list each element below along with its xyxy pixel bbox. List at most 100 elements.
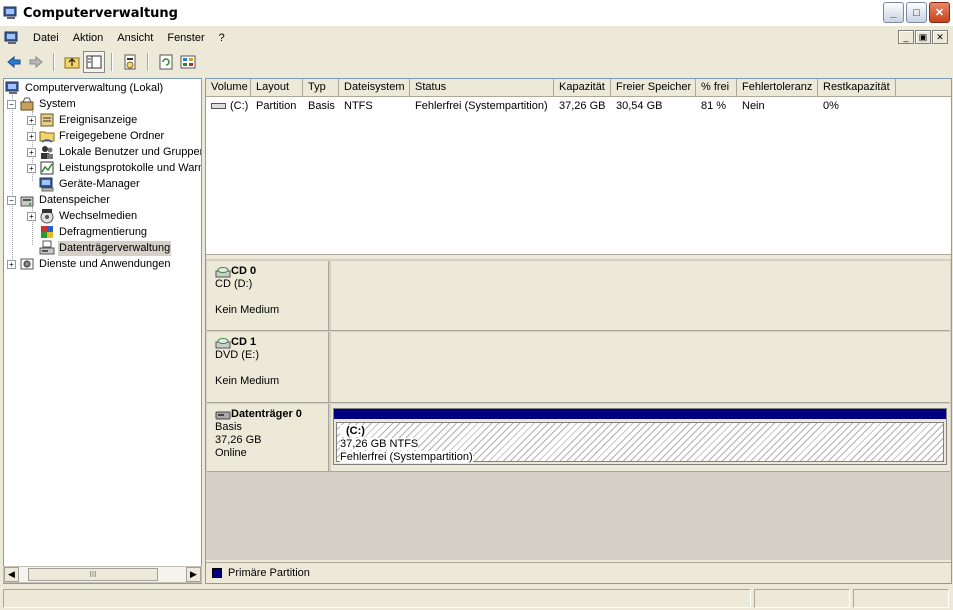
tree-item-system[interactable]: − System — [7, 96, 77, 112]
expand-toggle[interactable]: + — [7, 259, 16, 269]
mdi-close-button[interactable]: ✕ — [932, 30, 948, 44]
tree-item-storage[interactable]: − Datenspeicher — [7, 192, 111, 208]
collapse-toggle[interactable]: − — [7, 195, 16, 205]
column-header-layout[interactable]: Layout — [251, 79, 303, 97]
tree-item-removable-storage[interactable]: + Wechselmedien — [27, 208, 138, 224]
disk-management-icon — [39, 240, 55, 255]
disk-status: Kein Medium — [215, 304, 280, 316]
tree-item-root[interactable]: Computerverwaltung (Lokal) — [5, 80, 164, 96]
maximize-button[interactable]: □ — [906, 2, 927, 23]
disk-type: Basis — [215, 421, 242, 433]
disk-drive: DVD (E:) — [215, 349, 259, 361]
removable-storage-icon — [40, 209, 54, 224]
status-panel — [3, 589, 751, 608]
forward-button[interactable] — [25, 51, 47, 73]
up-one-level-button[interactable] — [61, 51, 83, 73]
toolbar-separator — [147, 53, 149, 71]
disk-row-cd0[interactable]: CD 0 CD (D:) Kein Medium — [207, 261, 950, 331]
dvd-drive-icon — [215, 337, 231, 348]
menu-help[interactable]: ? — [212, 28, 232, 48]
expand-toggle[interactable]: + — [27, 211, 36, 221]
volume-list-header: Volume Layout Typ Dateisystem Status Kap… — [206, 79, 951, 97]
tree-horizontal-scrollbar[interactable]: ◀ III ▶ — [3, 566, 202, 583]
menu-datei[interactable]: Datei — [26, 28, 66, 48]
column-header-overhead[interactable]: Restkapazität — [818, 79, 896, 97]
show-hide-tree-button[interactable] — [83, 51, 105, 73]
show-hide-tree-icon — [86, 55, 102, 69]
expand-toggle[interactable]: + — [27, 147, 36, 157]
menu-ansicht[interactable]: Ansicht — [110, 28, 160, 48]
disk-info-cd0[interactable]: CD 0 CD (D:) Kein Medium — [207, 261, 329, 330]
column-header-type[interactable]: Typ — [303, 79, 339, 97]
title-bar: Computerverwaltung _ □ ✕ — [0, 0, 953, 26]
disk-graphical-view[interactable]: CD 0 CD (D:) Kein Medium CD 1 DVD (E:) K… — [206, 259, 951, 560]
tree-item-shared-folders[interactable]: + Freigegebene Ordner — [27, 128, 165, 144]
volume-icon — [211, 102, 226, 109]
disk-info-disk0[interactable]: Datenträger 0 Basis 37,26 GB Online — [207, 404, 329, 471]
disk-state: Online — [215, 447, 247, 459]
tree-item-local-users[interactable]: + Lokale Benutzer und Gruppen — [27, 144, 201, 160]
disk-status: Kein Medium — [215, 375, 280, 387]
refresh-button[interactable] — [155, 51, 177, 73]
computer-management-icon[interactable] — [4, 30, 20, 46]
properties-icon — [124, 54, 136, 70]
column-header-filesystem[interactable]: Dateisystem — [339, 79, 410, 97]
disk-info-cd1[interactable]: CD 1 DVD (E:) Kein Medium — [207, 332, 329, 402]
menu-aktion[interactable]: Aktion — [66, 28, 111, 48]
column-header-status[interactable]: Status — [410, 79, 554, 97]
disk-name: CD 0 — [231, 265, 257, 277]
tree-item-device-manager[interactable]: Geräte-Manager — [39, 176, 141, 192]
cell-type: Basis — [308, 99, 335, 112]
disk-row-cd1[interactable]: CD 1 DVD (E:) Kein Medium — [207, 332, 950, 403]
window-title: Computerverwaltung — [23, 5, 178, 21]
partition-type-bar — [334, 409, 946, 419]
close-button[interactable]: ✕ — [929, 2, 950, 23]
column-header-fault-tolerance[interactable]: Fehlertoleranz — [737, 79, 818, 97]
performance-logs-icon — [40, 161, 54, 175]
expand-toggle[interactable]: + — [27, 115, 36, 125]
tree-item-services-applications[interactable]: + Dienste und Anwendungen — [7, 256, 172, 272]
disk-row-disk0[interactable]: Datenträger 0 Basis 37,26 GB Online (C:)… — [207, 404, 950, 472]
users-icon — [41, 146, 53, 159]
mdi-minimize-button[interactable]: _ — [898, 30, 914, 44]
help-button[interactable] — [177, 51, 199, 73]
menu-fenster[interactable]: Fenster — [160, 28, 211, 48]
tree-item-label: Freigegebene Ordner — [59, 129, 165, 142]
status-panel — [754, 589, 850, 608]
scroll-left-button[interactable]: ◀ — [4, 567, 19, 582]
up-folder-icon — [64, 57, 80, 69]
disk-area-cd1 — [331, 332, 950, 402]
minimize-button[interactable]: _ — [883, 2, 904, 23]
partition-c[interactable]: (C:) 37,26 GB NTFS Fehlerfrei (Systempar… — [333, 408, 947, 465]
expand-toggle[interactable]: + — [27, 131, 36, 141]
menu-bar: Datei Aktion Ansicht Fenster ? _ ▣ ✕ — [0, 27, 953, 49]
volume-list[interactable]: Volume Layout Typ Dateisystem Status Kap… — [206, 79, 951, 254]
column-header-percent-free[interactable]: % frei — [696, 79, 737, 97]
partition-name: (C:) — [340, 425, 365, 437]
console-tree[interactable]: Computerverwaltung (Lokal) − System + Er… — [3, 78, 202, 584]
column-header-capacity[interactable]: Kapazität — [554, 79, 611, 97]
properties-button[interactable] — [119, 51, 141, 73]
tree-item-label: Defragmentierung — [59, 225, 148, 238]
scroll-right-button[interactable]: ▶ — [186, 567, 201, 582]
partition-size: 37,26 GB NTFS — [340, 438, 419, 450]
computer-icon — [5, 81, 19, 94]
back-button[interactable] — [3, 51, 25, 73]
tree-item-disk-management[interactable]: Datenträgerverwaltung — [39, 240, 172, 256]
tree-item-defragmentation[interactable]: Defragmentierung — [39, 224, 148, 240]
system-tools-icon — [20, 97, 34, 111]
scroll-thumb[interactable]: III — [28, 568, 158, 581]
mdi-restore-button[interactable]: ▣ — [915, 30, 931, 44]
table-row[interactable]: (C:) Partition Basis NTFS Fehlerfrei (Sy… — [206, 97, 951, 114]
column-header-free-space[interactable]: Freier Speicher — [611, 79, 696, 97]
tree-item-event-viewer[interactable]: + Ereignisanzeige — [27, 112, 138, 128]
tree-item-perf-logs[interactable]: + Leistungsprotokolle und Warnungen — [27, 160, 202, 176]
partition-body[interactable]: (C:) 37,26 GB NTFS Fehlerfrei (Systempar… — [336, 422, 944, 463]
disk-area-cd0 — [331, 261, 950, 330]
disk-drive: CD (D:) — [215, 278, 253, 290]
tree-item-label: Computerverwaltung (Lokal) — [25, 81, 164, 94]
expand-toggle[interactable]: + — [27, 163, 36, 173]
tree-item-label: Leistungsprotokolle und Warnungen — [59, 161, 202, 174]
collapse-toggle[interactable]: − — [7, 99, 16, 109]
column-header-volume[interactable]: Volume — [206, 79, 251, 97]
